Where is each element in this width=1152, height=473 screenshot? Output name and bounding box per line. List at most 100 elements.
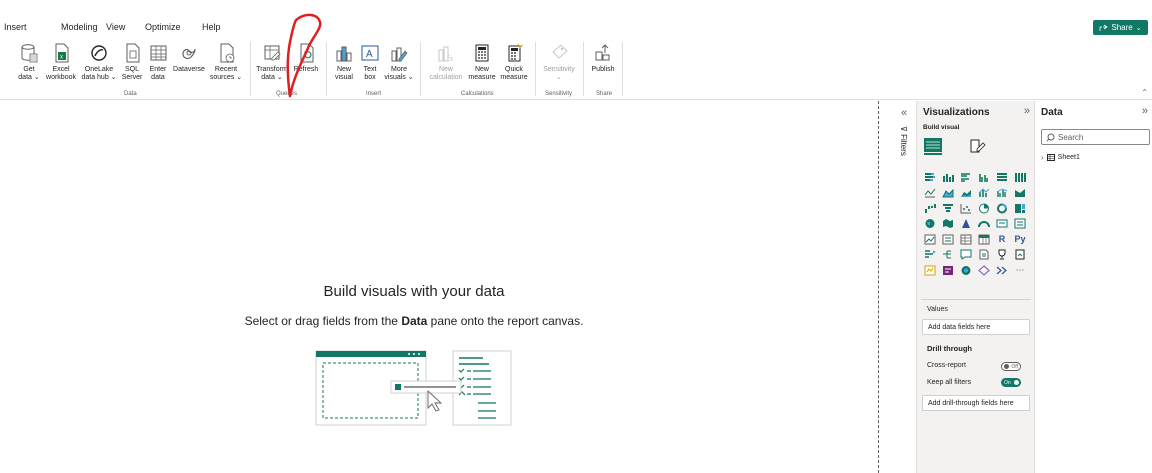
python-visual-icon[interactable]: Py [1013,233,1027,245]
dataverse-button[interactable]: Dataverse [172,38,206,88]
sql-server-button[interactable]: SQL Server [120,38,144,88]
azure-map-icon[interactable] [959,218,973,230]
key-influencers-icon[interactable] [923,249,937,261]
matrix-icon[interactable] [977,233,991,245]
quick-measure-icon [504,42,524,64]
text-box-button[interactable]: A Text box [358,38,382,88]
kpi-icon[interactable] [923,233,937,245]
100-stacked-column-icon[interactable] [1013,171,1027,183]
table-item[interactable]: › Sheet1 [1041,153,1080,162]
menu-optimize[interactable]: Optimize [145,22,181,32]
narrative-icon[interactable] [977,249,991,261]
new-measure-button[interactable]: New measure [467,38,497,88]
metrics-icon[interactable] [923,264,937,276]
more-visuals-button[interactable]: More visuals ⌄ [384,38,414,88]
waterfall-chart-icon[interactable] [923,202,937,214]
area-chart-icon[interactable] [941,187,955,199]
subtitle-part1: Select or drag fields from the [244,314,402,328]
menu-modeling[interactable]: Modeling [61,22,98,32]
funnel-chart-icon[interactable] [941,202,955,214]
quick-measure-button[interactable]: Quick measure [498,38,530,88]
goals-icon[interactable] [995,249,1009,261]
collapse-data-icon[interactable]: » [1142,105,1148,117]
new-calc-label2: calculation [429,74,463,81]
table-visual-icon[interactable] [959,233,973,245]
group-separator [420,42,421,96]
onelake-label2: data hub ⌄ [81,74,117,81]
onelake-icon [89,42,109,64]
build-visual-tab[interactable] [923,137,943,155]
qa-icon[interactable] [959,249,973,261]
card-icon[interactable] [995,218,1009,230]
ribbon-chart-icon[interactable] [1013,187,1027,199]
new-visual-icon [334,42,354,64]
clustered-bar-chart-icon[interactable] [959,171,973,183]
menu-view[interactable]: View [106,22,125,32]
transform-data-button[interactable]: Transform data ⌄ [254,38,290,88]
stacked-bar-chart-icon[interactable] [923,171,937,183]
excel-workbook-button[interactable]: x Excel workbook [43,38,79,88]
share-button[interactable]: Share ⌄ [1093,20,1148,35]
collapse-visualizations-icon[interactable]: » [1024,105,1030,117]
stacked-column-chart-icon[interactable] [941,171,955,183]
format-visual-tab[interactable] [967,137,987,155]
filled-map-icon[interactable] [941,218,955,230]
smart-narrative-icon[interactable] [995,264,1009,276]
scatter-chart-icon[interactable] [959,202,973,214]
get-data-button[interactable]: Get data ⌄ [16,38,42,88]
cross-report-label: Cross-report [927,362,966,369]
line-column-chart-icon[interactable] [977,187,991,199]
expand-filters-icon[interactable]: « [901,107,907,119]
menu-help[interactable]: Help [202,22,221,32]
r-visual-icon[interactable]: R [995,233,1009,245]
more-options-icon[interactable]: ⋯ [1013,264,1027,276]
pie-chart-icon[interactable] [977,202,991,214]
power-automate-icon[interactable] [977,264,991,276]
paginated-report-icon[interactable] [1013,249,1027,261]
data-search-input[interactable]: Search [1041,129,1150,145]
empty-state-subtitle: Select or drag fields from the Data pane… [0,314,828,328]
donut-chart-icon[interactable] [995,202,1009,214]
chevron-right-icon[interactable]: › [1041,153,1044,162]
decomposition-tree-icon[interactable] [941,249,955,261]
line-chart-icon[interactable] [923,187,937,199]
transform-icon [262,42,282,64]
group-separator [583,42,584,96]
100-stacked-bar-icon[interactable] [995,171,1009,183]
recent-sources-button[interactable]: Recent sources ⌄ [208,38,244,88]
map-icon[interactable] [923,218,937,230]
filters-pane-collapsed[interactable]: « ⊽ Filters [896,101,916,473]
onelake-button[interactable]: OneLake data hub ⌄ [80,38,118,88]
report-canvas[interactable]: Build visuals with your data Select or d… [0,101,880,473]
group-separator [535,42,536,96]
drill-through-drop-well[interactable]: Add drill-through fields here [922,395,1030,411]
new-visual-button[interactable]: New visual [332,38,356,88]
line-clustered-column-icon[interactable] [995,187,1009,199]
gauge-icon[interactable] [977,218,991,230]
publish-label: Publish [591,66,615,73]
menu-insert[interactable]: Insert [4,22,27,32]
multi-row-card-icon[interactable] [1013,218,1027,230]
power-apps-icon[interactable] [941,264,955,276]
refresh-button[interactable]: Refresh [291,38,321,88]
collapse-ribbon-icon[interactable]: ⌃ [1141,88,1148,97]
new-calculation-button[interactable]: fx New calculation [426,38,466,88]
keep-filters-toggle[interactable]: On [1001,378,1021,387]
group-separator [622,42,623,96]
enter-data-button[interactable]: Enter data [146,38,170,88]
recent-sources-icon [216,42,236,64]
data-pane: Data » Search › Sheet1 [1034,101,1152,473]
stacked-area-chart-icon[interactable] [959,187,973,199]
excel-label2: workbook [46,74,76,81]
treemap-icon[interactable] [1013,202,1027,214]
ribbon: Get data ⌄ x Excel workbook OneLake data hu… [0,38,1152,100]
clustered-column-chart-icon[interactable] [977,171,991,183]
cross-report-toggle[interactable]: Off [1001,362,1021,371]
arcgis-map-icon[interactable] [959,264,973,276]
sensitivity-button[interactable]: Sensitivity ⌄ [540,38,578,88]
more-visuals-label: More [391,66,407,73]
slicer-icon[interactable] [941,233,955,245]
publish-button[interactable]: Publish [588,38,618,88]
values-drop-well[interactable]: Add data fields here [922,319,1030,335]
sql-server-icon [122,42,142,64]
